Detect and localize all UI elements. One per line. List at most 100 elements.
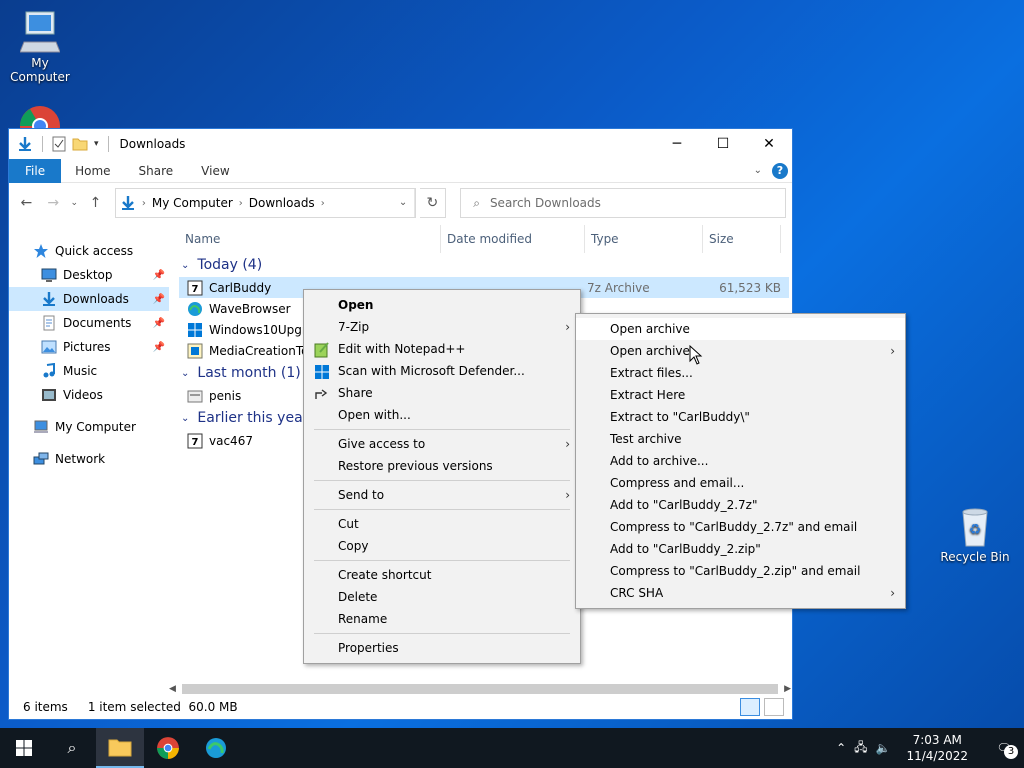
file-group-header[interactable]: ⌄ Today (4)	[179, 253, 789, 277]
menu-item-cut[interactable]: Cut	[304, 513, 580, 535]
menu-item-copy[interactable]: Copy	[304, 535, 580, 557]
breadcrumb-separator-icon[interactable]: ›	[321, 198, 325, 209]
zip-menu-item-extract-here[interactable]: Extract Here	[576, 384, 905, 406]
action-center-button[interactable]: 🗨 3	[984, 741, 1024, 759]
wavebrowser-taskbar-button[interactable]	[192, 728, 240, 768]
horizontal-scrollbar[interactable]: ◀ ▶	[169, 682, 791, 696]
zip-menu-item-compress-to-carlbuddy-2-zip-and-email[interactable]: Compress to "CarlBuddy_2.zip" and email	[576, 560, 905, 582]
breadcrumb-separator-icon[interactable]: ›	[239, 198, 243, 209]
scroll-left-icon[interactable]: ◀	[169, 684, 176, 694]
menu-item-share[interactable]: Share	[304, 382, 580, 404]
zip-menu-item-compress-to-carlbuddy-2-7z-and-email[interactable]: Compress to "CarlBuddy_2.7z" and email	[576, 516, 905, 538]
zip-menu-item-add-to-carlbuddy-2-zip[interactable]: Add to "CarlBuddy_2.zip"	[576, 538, 905, 560]
zip-menu-item-extract-files[interactable]: Extract files...	[576, 362, 905, 384]
column-name[interactable]: Name	[179, 225, 441, 253]
sidebar-item-desktop[interactable]: Desktop 📌	[9, 263, 169, 287]
menu-item-properties[interactable]: Properties	[304, 637, 580, 659]
expand-ribbon-chevron-icon[interactable]: ⌄	[754, 165, 762, 176]
zip-menu-item-crc-sha[interactable]: CRC SHA ›	[576, 582, 905, 604]
menu-item-edit-with-notepad[interactable]: Edit with Notepad++	[304, 338, 580, 360]
breadcrumb-separator-icon[interactable]: ›	[142, 198, 146, 209]
menu-item-delete[interactable]: Delete	[304, 586, 580, 608]
menu-item-open[interactable]: Open	[304, 294, 580, 316]
sidebar-item-documents[interactable]: Documents 📌	[9, 311, 169, 335]
forward-button[interactable]: →	[42, 195, 65, 211]
recent-locations-chevron-icon[interactable]: ⌄	[69, 198, 80, 208]
column-date-modified[interactable]: Date modified	[441, 225, 585, 253]
tab-file[interactable]: File	[9, 158, 62, 183]
collapse-chevron-icon[interactable]: ⌄	[181, 413, 189, 424]
show-hidden-icons-chevron-icon[interactable]: ⌃	[836, 741, 846, 755]
desktop-icon-my-computer[interactable]: My Computer	[0, 10, 80, 84]
search-button[interactable]: ⌕	[48, 728, 96, 768]
menu-item-7-zip[interactable]: 7-Zip ›	[304, 316, 580, 338]
title-bar[interactable]: ▾ Downloads ─ ☐ ✕	[9, 129, 792, 159]
zip-menu-item-add-to-carlbuddy-2-7z[interactable]: Add to "CarlBuddy_2.7z"	[576, 494, 905, 516]
file-name: WaveBrowser	[209, 301, 291, 316]
menu-item-rename[interactable]: Rename	[304, 608, 580, 630]
sidebar-item-my-computer[interactable]: My Computer	[9, 415, 169, 439]
svg-text:7: 7	[192, 284, 199, 295]
sidebar-item-quick-access[interactable]: Quick access	[9, 239, 169, 263]
tab-home[interactable]: Home	[61, 159, 124, 183]
menu-item-restore-previous-versions[interactable]: Restore previous versions	[304, 455, 580, 477]
address-bar[interactable]: › My Computer › Downloads › ⌄	[114, 188, 416, 218]
sidebar-item-label: Pictures	[63, 340, 111, 354]
tab-share[interactable]: Share	[125, 159, 188, 183]
download-icon[interactable]	[17, 136, 33, 152]
desktop-icon-recycle-bin[interactable]: ♻ Recycle Bin	[935, 504, 1015, 564]
volume-icon[interactable]: 🔈	[876, 741, 891, 755]
menu-item-open-with[interactable]: Open with...	[304, 404, 580, 426]
menu-item-label: Open archive	[610, 344, 690, 358]
zip-menu-item-compress-and-email[interactable]: Compress and email...	[576, 472, 905, 494]
breadcrumb-my-computer[interactable]: My Computer	[152, 196, 233, 210]
search-input[interactable]: ⌕ Search Downloads	[460, 188, 786, 218]
maximize-button[interactable]: ☐	[700, 129, 746, 159]
chrome-taskbar-button[interactable]	[144, 728, 192, 768]
sidebar-item-music[interactable]: Music	[9, 359, 169, 383]
chrome-desktop-icon-partial[interactable]	[18, 104, 62, 128]
sidebar-item-downloads[interactable]: Downloads 📌	[9, 287, 169, 311]
close-button[interactable]: ✕	[746, 129, 792, 159]
share-icon	[314, 386, 330, 405]
properties-icon[interactable]	[52, 136, 66, 152]
menu-item-scan-with-microsoft-defender[interactable]: Scan with Microsoft Defender...	[304, 360, 580, 382]
refresh-button[interactable]: ↻	[419, 188, 447, 218]
zip-menu-item-open-archive[interactable]: Open archive ›	[576, 340, 905, 362]
submenu-arrow-icon: ›	[565, 437, 570, 451]
zip-menu-item-test-archive[interactable]: Test archive	[576, 428, 905, 450]
start-button[interactable]	[0, 728, 48, 768]
customize-toolbar-chevron-icon[interactable]: ▾	[94, 139, 99, 149]
minimize-button[interactable]: ─	[654, 129, 700, 159]
collapse-chevron-icon[interactable]: ⌄	[181, 368, 189, 379]
sidebar-item-videos[interactable]: Videos	[9, 383, 169, 407]
network-tray-icon[interactable]: 🖧	[854, 738, 867, 759]
details-view-button[interactable]	[740, 698, 760, 716]
sidebar-item-label: Desktop	[63, 268, 113, 282]
column-size[interactable]: Size	[703, 225, 781, 253]
tab-view[interactable]: View	[187, 159, 243, 183]
pin-icon: 📌	[152, 341, 165, 353]
menu-item-create-shortcut[interactable]: Create shortcut	[304, 564, 580, 586]
large-icons-view-button[interactable]	[764, 698, 784, 716]
zip-menu-item-add-to-archive[interactable]: Add to archive...	[576, 450, 905, 472]
sidebar-item-network[interactable]: Network	[9, 447, 169, 471]
menu-item-send-to[interactable]: Send to ›	[304, 484, 580, 506]
sidebar-item-pictures[interactable]: Pictures 📌	[9, 335, 169, 359]
address-history-chevron-icon[interactable]: ⌄	[393, 189, 415, 217]
up-button[interactable]: ↑	[84, 195, 107, 211]
scrollbar-thumb[interactable]	[181, 684, 779, 694]
breadcrumb-downloads[interactable]: Downloads	[249, 196, 315, 210]
zip-menu-item-open-archive[interactable]: Open archive	[576, 318, 905, 340]
clock[interactable]: 7:03 AM 11/4/2022	[898, 732, 976, 764]
column-type[interactable]: Type	[585, 225, 703, 253]
collapse-chevron-icon[interactable]: ⌄	[181, 260, 189, 271]
menu-item-give-access-to[interactable]: Give access to ›	[304, 433, 580, 455]
file-explorer-taskbar-button[interactable]	[96, 728, 144, 768]
scroll-right-icon[interactable]: ▶	[784, 684, 791, 694]
help-icon[interactable]: ?	[772, 162, 788, 179]
new-folder-icon[interactable]	[72, 136, 88, 152]
back-button[interactable]: ←	[15, 195, 38, 211]
zip-menu-item-extract-to-carlbuddy[interactable]: Extract to "CarlBuddy\"	[576, 406, 905, 428]
